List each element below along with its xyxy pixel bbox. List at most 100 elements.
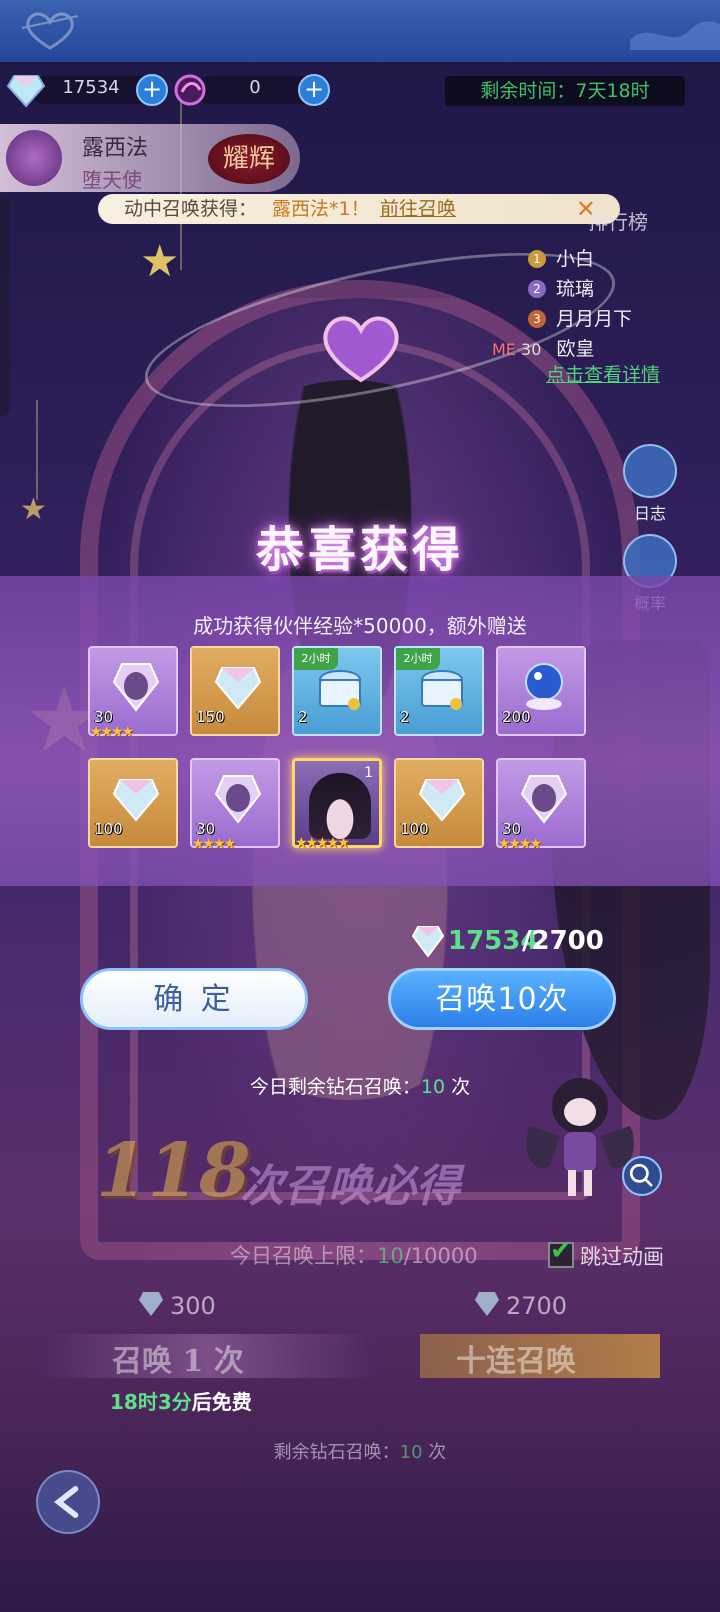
daily-limit-used: 10 (377, 1244, 404, 1268)
reward-title: 恭喜获得 (255, 522, 464, 578)
featured-character-badge[interactable]: 露西法 堕天使 耀辉 (0, 124, 300, 192)
reward-qty: 100 (400, 820, 429, 838)
wave-decoration (630, 21, 720, 50)
character-portrait (309, 773, 371, 839)
reward-qty: 150 (196, 708, 225, 726)
rainbow-diamond-icon (214, 667, 262, 710)
cost-required: /2700 (522, 926, 604, 956)
reward-item-diamond[interactable]: 100 (394, 758, 484, 848)
reward-qty: 2 (400, 708, 410, 726)
ranking-row: 1 小白 (528, 244, 594, 271)
log-button[interactable]: 日志 (622, 444, 678, 524)
ten-pull-label: 十连召唤 (456, 1344, 576, 1379)
summon-ten-button[interactable]: 召唤10次 (388, 968, 616, 1030)
reward-item-purple-crystal[interactable]: 30 ★★★★ (88, 646, 178, 740)
confirm-button[interactable]: 确 定 (80, 968, 308, 1030)
ranking-row: 2 琉璃 (528, 274, 594, 301)
treasure-chest-icon (420, 670, 464, 710)
rank-medal-icon: 1 (528, 250, 546, 268)
reward-item-purple-crystal[interactable]: 30 ★★★★ (190, 758, 280, 852)
notice-prefix: 动中召唤获得： (124, 198, 258, 220)
daily-limit-total: /10000 (403, 1244, 478, 1268)
free-summon-timer: 18时3分后免费 (110, 1386, 252, 1415)
search-icon[interactable] (622, 1156, 662, 1196)
reward-item-chest[interactable]: 2小时 2 (292, 646, 382, 736)
daily-limit-prefix: 今日召唤上限： (230, 1244, 377, 1268)
reward-qty: 2 (298, 708, 308, 726)
reward-item-diamond[interactable]: 150 (190, 646, 280, 736)
reward-qty: 200 (502, 708, 531, 726)
ten-price-value: 2700 (506, 1292, 568, 1320)
back-button[interactable] (36, 1470, 100, 1534)
purple-crystal-icon (214, 775, 262, 824)
reward-item-character-card[interactable]: 1 ★★★★★ (292, 758, 382, 851)
ranking-player-name: 月月月下 (556, 308, 633, 330)
top-bar (0, 0, 720, 62)
skip-animation-label: 跳过动画 (580, 1245, 664, 1269)
remaining-suffix: 次 (422, 1442, 447, 1463)
remaining-count: 10 (399, 1442, 423, 1463)
my-rank-number: 30 (521, 340, 542, 359)
free-suffix: 后免费 (191, 1390, 252, 1414)
go-summon-link[interactable]: 前往召唤 (380, 194, 456, 224)
faction-emblem-icon (6, 130, 62, 186)
ranking-detail-link[interactable]: 点击查看详情 (546, 360, 660, 387)
notice-highlight: 露西法*1！ (272, 198, 370, 220)
remaining-suffix: 次 (445, 1076, 471, 1098)
grade-badge: 耀辉 (208, 134, 290, 184)
purple-crystal-icon (112, 663, 160, 712)
single-summon-price: 300 (138, 1290, 216, 1320)
purple-crystal-icon (520, 775, 568, 824)
my-rank-name: 欧皇 (556, 338, 595, 360)
reward-item-chest[interactable]: 2小时 2 (394, 646, 484, 736)
reward-subtitle: 成功获得伙伴经验*50000，额外赠送 (193, 614, 527, 638)
log-icon (623, 444, 677, 498)
ten-summon-price: 2700 (474, 1290, 567, 1320)
reward-item-diamond[interactable]: 100 (88, 758, 178, 848)
treasure-chest-icon (318, 670, 362, 710)
free-time: 18时3分 (110, 1390, 192, 1414)
reward-qty: 100 (94, 820, 123, 838)
soul-gem-counter: 0 + (170, 72, 340, 108)
ranking-player-name: 小白 (556, 248, 595, 270)
reward-stars: ★★★★ (90, 724, 134, 740)
single-price-value: 300 (170, 1292, 216, 1320)
my-rank-label: ME (492, 340, 516, 359)
remaining-count: 10 (420, 1076, 446, 1098)
reward-stars: ★★★★ (192, 836, 236, 852)
soul-gem-count: 0 (249, 77, 261, 98)
reward-item-purple-crystal[interactable]: 30 ★★★★ (496, 758, 586, 852)
guarantee-number: 118 (96, 1128, 251, 1214)
log-label: 日志 (633, 504, 666, 523)
guarantee-text: 次召唤必得 (240, 1161, 460, 1212)
rainbow-diamond-icon (418, 779, 466, 822)
star-decoration: ★ (140, 236, 180, 287)
daily-summon-limit: 今日召唤上限：10/10000 (230, 1240, 478, 1270)
add-diamond-button[interactable]: + (136, 74, 168, 106)
side-drawer-handle[interactable] (0, 196, 10, 416)
ranking-panel: 排行榜 1 小白 2 琉璃 3 月月月下 ME 30 欧皇 点击查看详情 (492, 200, 700, 390)
add-soul-gem-button[interactable]: + (298, 74, 330, 106)
event-timer: 剩余时间：7天18时 (445, 76, 685, 106)
diamond-icon (139, 1292, 163, 1316)
reward-stars: ★★★★ (498, 836, 542, 852)
remaining-prefix: 今日剩余钻石召唤： (249, 1076, 421, 1098)
reward-grid: 30 ★★★★ 150 2小时 2 2小时 2 200 100 30 ★★★★ … (88, 646, 588, 852)
crystal-orb-icon (525, 663, 563, 710)
my-rank: ME 30 欧皇 (492, 334, 594, 361)
diamond-count: 17534 (62, 77, 120, 98)
diamond-icon (475, 1292, 499, 1316)
rank-medal-icon: 2 (528, 280, 546, 298)
diamond-icon (412, 926, 444, 958)
remaining-prefix: 剩余钻石召唤： (273, 1442, 400, 1463)
character-title: 堕天使 (82, 168, 142, 192)
summon-once-label: 召唤 1 次 (112, 1344, 244, 1379)
heart-wing-icon (21, 12, 79, 50)
heart-gem-icon (323, 316, 399, 383)
reward-item-orb[interactable]: 200 (496, 646, 586, 736)
checkmark-icon: ✔ (550, 1236, 572, 1266)
star-decoration: ★ (20, 492, 47, 527)
ranking-player-name: 琉璃 (556, 278, 595, 300)
ranking-title: 排行榜 (588, 210, 648, 234)
hanging-star-string (36, 400, 38, 500)
